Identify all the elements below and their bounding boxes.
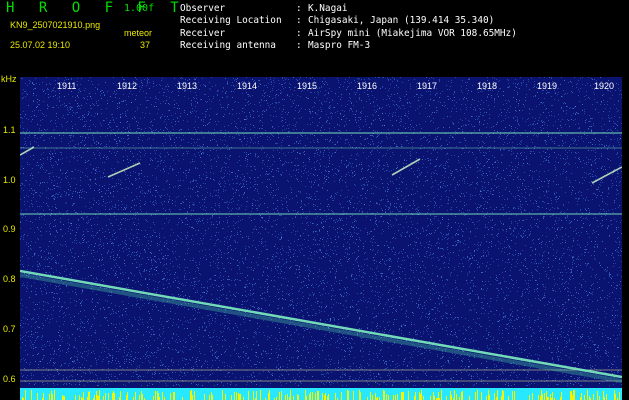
info-row-antenna: Receiving antenna: Maspro FM-3 [180,39,371,51]
meteor-echo [391,158,421,176]
y-tick-label: 0.8 [3,274,16,284]
spectrogram-canvas [20,77,622,400]
meteor-label: meteor [124,28,153,38]
info-row-observer: Observer: K.Nagai [180,3,348,14]
noise-layer [20,77,622,386]
info-row-location: Receiving Location: Chigasaki, Japan (139… [180,15,495,27]
y-tick-label: 0.6 [3,374,16,384]
station-info: Observer: K.Nagai Receiving Location: Chig… [180,3,517,52]
x-tick-label: 1911 [57,81,77,91]
signal-trace-glow [20,273,622,383]
x-tick-label: 1915 [297,81,318,91]
y-axis-unit: kHz [1,74,17,84]
x-tick-label: 1918 [477,81,498,91]
x-tick-label: 1920 [594,81,615,91]
y-tick-label: 0.7 [3,324,16,334]
signal-trace [20,269,622,379]
y-tick-label: 1.1 [3,125,16,135]
filename: KN9_2507021910.png [10,20,101,30]
header: H R O F F T 1.00f KN9_2507021910.png 25.… [0,0,629,74]
x-tick-label: 1916 [357,81,378,91]
y-tick-label: 0.9 [3,224,16,234]
y-tick-label: 1.0 [3,175,16,185]
x-tick-label: 1912 [117,81,138,91]
meteor-count: 37 [140,40,151,50]
app-name: H R O F F T [6,0,187,16]
detection-band [20,388,622,400]
x-tick-label: 1913 [177,81,198,91]
meteor-echo [591,166,622,184]
spectrogram [20,77,622,400]
x-tick-label: 1917 [417,81,438,91]
version: 1.00f [124,3,155,14]
datetime: 25.07.02 19:10 [10,40,71,50]
info-row-receiver: Receiver: AirSpy mini (Miakejima VOR 108.… [180,27,517,39]
x-tick-label: 1914 [237,81,258,91]
noise-layer-bright [20,77,622,386]
x-tick-label: 1919 [537,81,558,91]
